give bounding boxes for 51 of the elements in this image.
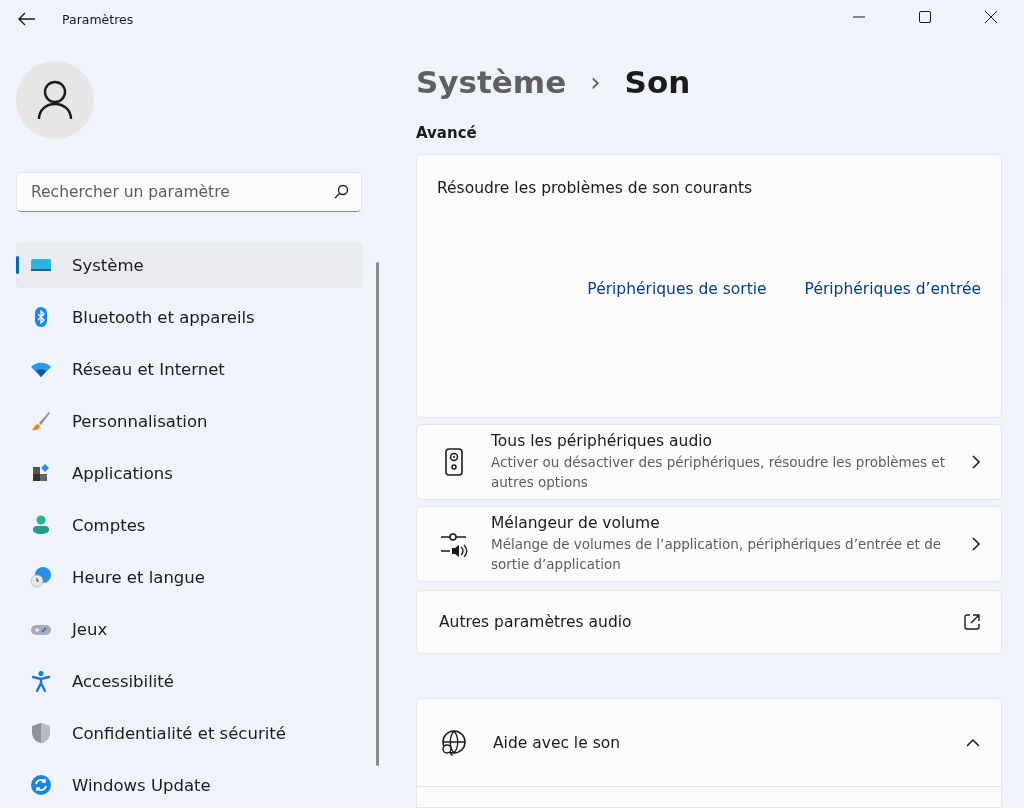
maximize-icon — [919, 11, 931, 23]
chevron-right-icon — [971, 453, 981, 470]
chevron-right-icon — [971, 535, 981, 552]
globe-clock-icon — [30, 566, 52, 588]
card-title: Tous les périphériques audio — [491, 431, 714, 450]
settings-card[interactable]: Autres paramètres audio — [416, 589, 1002, 654]
sync-icon — [30, 774, 52, 796]
external-link-icon — [963, 612, 981, 631]
help-header[interactable]: Aide avec le son — [417, 699, 1001, 787]
section-heading: Avancé — [416, 124, 478, 142]
accessibility-icon — [30, 670, 52, 692]
card-description: Activer ou désactiver des périphériques, résoudre les problèmes et autres options — [491, 452, 946, 492]
shield-icon — [30, 722, 52, 744]
card-description: Mélange de volumes de l’application, périphériques d’entrée et de sortie d’application — [491, 534, 943, 574]
nav-item[interactable]: Applications — [16, 450, 363, 496]
search-icon — [334, 184, 349, 199]
card-title: Mélangeur de volume — [491, 513, 661, 532]
nav-item[interactable]: Comptes — [16, 502, 363, 548]
minimize-icon — [853, 16, 865, 18]
chevron-up-icon — [965, 737, 981, 748]
back-arrow-icon — [18, 12, 36, 26]
page-title: Son — [624, 64, 691, 100]
link[interactable]: Périphériques de sortie — [587, 280, 767, 417]
settings-card[interactable]: Mélangeur de volume Mélange de volumes de l’application, périphériques d’entrée et de sortie d’application — [416, 505, 1002, 582]
breadcrumb-separator: › — [590, 67, 601, 97]
close-icon — [985, 11, 997, 23]
nav-item[interactable]: Bluetooth et appareils — [16, 294, 363, 340]
card-title: Résoudre les problèmes de son courants — [437, 179, 753, 197]
breadcrumb-link[interactable]: Système — [416, 64, 567, 100]
nav-item[interactable]: Confidentialité et sécurité — [16, 710, 363, 756]
nav-item[interactable]: Personnalisation — [16, 398, 363, 444]
globe-search-icon — [439, 728, 467, 757]
speaker-icon — [444, 447, 464, 476]
nav-item[interactable]: Système — [16, 242, 363, 288]
settings-card[interactable]: Tous les périphériques audio Activer ou désactiver des périphériques, résoudre les problèmes et autres options — [416, 424, 1002, 500]
nav-item[interactable]: Windows Update — [16, 762, 363, 808]
card-title: Autres paramètres audio — [439, 612, 633, 631]
person-icon — [30, 514, 52, 536]
nav-item[interactable]: Jeux — [16, 606, 363, 652]
nav-item[interactable]: Heure et langue — [16, 554, 363, 600]
nav-item[interactable]: Réseau et Internet — [16, 346, 363, 392]
link[interactable]: Périphériques d’entrée — [804, 280, 981, 417]
search-field[interactable]: Rechercher un paramètre — [16, 172, 362, 212]
window-title: Paramètres — [62, 11, 134, 27]
mixer-icon — [440, 530, 468, 557]
apps-icon — [30, 462, 52, 484]
back-button[interactable] — [18, 12, 36, 26]
card-title: Aide avec le son — [493, 733, 622, 752]
nav-item[interactable]: Accessibilité — [16, 658, 363, 704]
person-icon — [37, 80, 73, 120]
paintbrush-icon — [30, 410, 52, 432]
